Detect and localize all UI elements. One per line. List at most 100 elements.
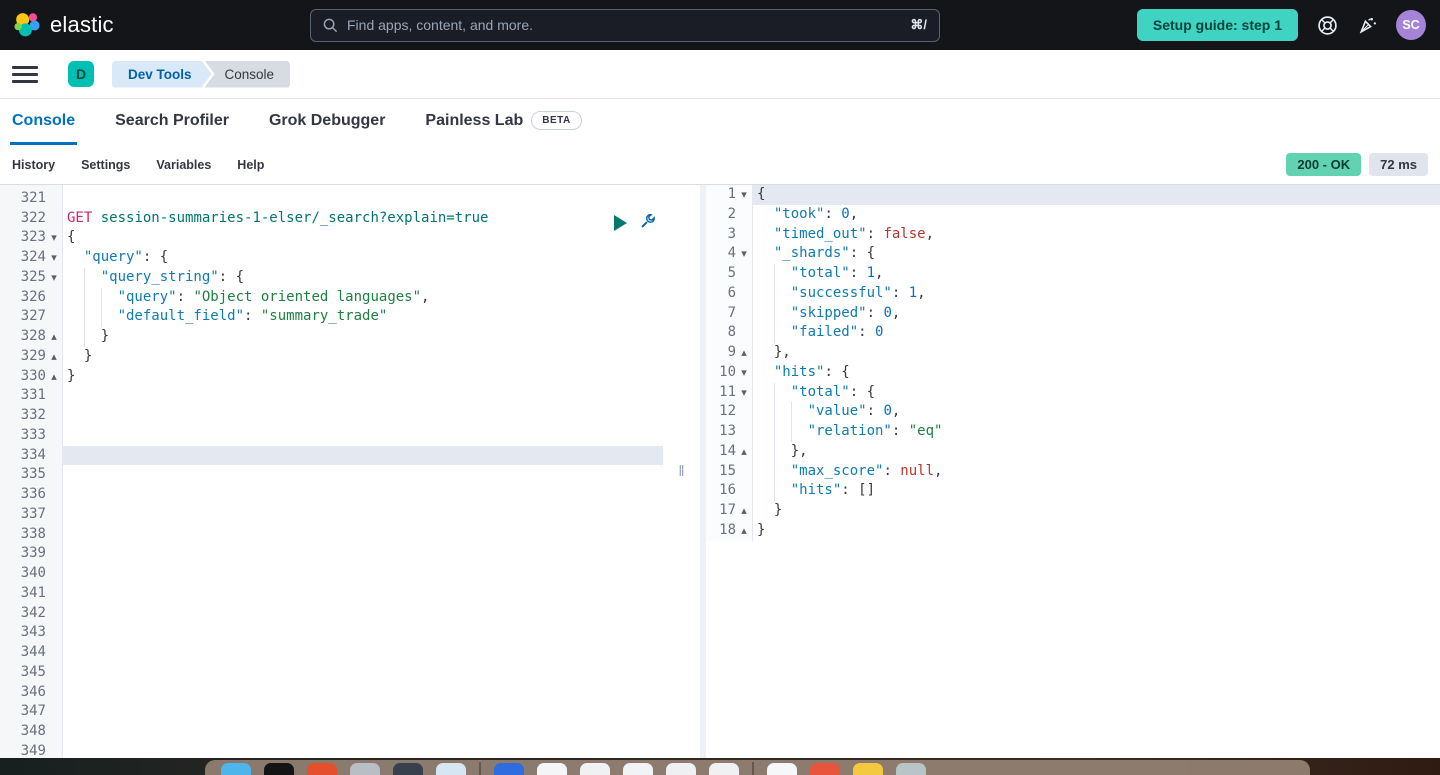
line-number: 11 [706, 383, 736, 403]
dock-app-icon[interactable] [853, 763, 883, 775]
line-number: 329 [0, 347, 46, 367]
fold-spacer [736, 462, 752, 482]
dock-app-icon[interactable] [494, 763, 524, 775]
code-content [63, 722, 663, 742]
code-line: 11▾ "total": { [706, 383, 1440, 403]
dock-app-icon[interactable] [810, 763, 840, 775]
fold-toggle-icon[interactable]: ▾ [736, 185, 752, 205]
tab-console[interactable]: Console [10, 99, 77, 145]
line-number: 348 [0, 722, 46, 742]
dock-app-icon[interactable] [537, 763, 567, 775]
kibana-app: elastic Find apps, content, and more. ⌘/… [0, 0, 1440, 775]
dock-app-icon[interactable] [666, 763, 696, 775]
code-line: 4▾ "_shards": { [706, 244, 1440, 264]
menu-hamburger-icon[interactable] [12, 66, 38, 83]
dock-app-icon[interactable] [767, 763, 797, 775]
send-request-play-button[interactable] [614, 215, 627, 231]
fold-toggle-icon[interactable]: ▴ [46, 327, 62, 347]
fold-toggle-icon[interactable]: ▾ [46, 228, 62, 248]
splitter-grip-icon: ‖ [678, 463, 684, 480]
request-editor[interactable]: 320321322GET session-summaries-1-elser/_… [0, 185, 663, 758]
global-search-input[interactable]: Find apps, content, and more. ⌘/ [310, 9, 940, 42]
breadcrumb-dev-tools[interactable]: Dev Tools [112, 61, 212, 88]
indent-guide [84, 307, 85, 327]
setup-guide-button[interactable]: Setup guide: step 1 [1137, 9, 1298, 41]
code-content: "value": 0, [753, 402, 1440, 422]
fold-toggle-icon[interactable]: ▾ [736, 383, 752, 403]
dock-divider [752, 762, 754, 775]
tab-search-profiler[interactable]: Search Profiler [113, 99, 231, 145]
fold-toggle-icon[interactable]: ▾ [736, 244, 752, 264]
code-line: 341 [0, 584, 663, 604]
help-button[interactable]: Help [237, 158, 264, 172]
dock-divider [479, 762, 481, 775]
user-avatar[interactable]: SC [1396, 10, 1426, 40]
code-line: 323▾{ [0, 228, 663, 248]
fold-spacer [736, 264, 752, 284]
gutter: 329▴ [0, 347, 63, 367]
indent-guide [84, 327, 85, 347]
fold-toggle-icon[interactable]: ▴ [736, 501, 752, 521]
line-number: 342 [0, 604, 46, 624]
code-content [63, 623, 663, 643]
dock-app-icon[interactable] [580, 763, 610, 775]
gutter: 335 [0, 465, 63, 485]
fold-toggle-icon[interactable]: ▾ [46, 268, 62, 288]
code-line: 326 "query": "Object oriented languages"… [0, 288, 663, 308]
fold-toggle-icon[interactable]: ▴ [736, 442, 752, 462]
gutter: 334 [0, 446, 63, 466]
dock-app-icon[interactable] [221, 763, 251, 775]
dock-app-icon[interactable] [264, 763, 294, 775]
dock-app-icon[interactable] [709, 763, 739, 775]
line-number: 8 [706, 323, 736, 343]
variables-button[interactable]: Variables [156, 158, 211, 172]
fold-spacer [46, 446, 62, 466]
macos-dock[interactable] [205, 760, 1310, 775]
dock-app-icon[interactable] [307, 763, 337, 775]
fold-spacer [46, 189, 62, 209]
code-line: 332 [0, 406, 663, 426]
code-line: 339 [0, 544, 663, 564]
fold-toggle-icon[interactable]: ▴ [736, 521, 752, 541]
fold-spacer [46, 386, 62, 406]
elastic-logo[interactable]: elastic [14, 12, 310, 38]
fold-spacer [46, 604, 62, 624]
code-line: 329▴ } [0, 347, 663, 367]
help-icon[interactable] [1316, 14, 1338, 36]
code-content: }, [753, 343, 1440, 363]
code-line: 349 [0, 742, 663, 758]
tab-grok-debugger[interactable]: Grok Debugger [267, 99, 387, 145]
console-toolbar: History Settings Variables Help 200 - OK… [0, 145, 1440, 185]
fold-toggle-icon[interactable]: ▴ [736, 343, 752, 363]
fold-toggle-icon[interactable]: ▴ [46, 347, 62, 367]
fold-spacer [736, 225, 752, 245]
code-content [63, 742, 663, 758]
request-options-wrench-icon[interactable] [639, 212, 657, 234]
code-content: "total": 1, [753, 264, 1440, 284]
line-number: 349 [0, 742, 46, 758]
response-viewer[interactable]: 1▾{2 "took": 0,3 "timed_out": false,4▾ "… [700, 185, 1440, 758]
gutter: 344 [0, 643, 63, 663]
settings-button[interactable]: Settings [81, 158, 130, 172]
code-content [63, 584, 663, 604]
history-button[interactable]: History [12, 158, 55, 172]
gutter: 327 [0, 307, 63, 327]
dock-app-icon[interactable] [393, 763, 423, 775]
line-number: 321 [0, 189, 46, 209]
code-content: } [63, 327, 663, 347]
news-party-popper-icon[interactable] [1356, 14, 1378, 36]
tab-painless-lab[interactable]: Painless Lab BETA [423, 99, 583, 145]
dock-app-icon[interactable] [436, 763, 466, 775]
search-placeholder: Find apps, content, and more. [347, 17, 901, 33]
devtools-app-badge[interactable]: D [68, 61, 94, 87]
fold-toggle-icon[interactable]: ▾ [46, 248, 62, 268]
indent-guide [774, 402, 775, 422]
panel-splitter[interactable]: ‖ [663, 185, 700, 758]
dock-app-icon[interactable] [350, 763, 380, 775]
dock-app-icon[interactable] [896, 763, 926, 775]
code-line: 346 [0, 683, 663, 703]
dock-app-icon[interactable] [623, 763, 653, 775]
fold-toggle-icon[interactable]: ▾ [736, 363, 752, 383]
fold-toggle-icon[interactable]: ▴ [46, 367, 62, 387]
code-line: 333 [0, 426, 663, 446]
